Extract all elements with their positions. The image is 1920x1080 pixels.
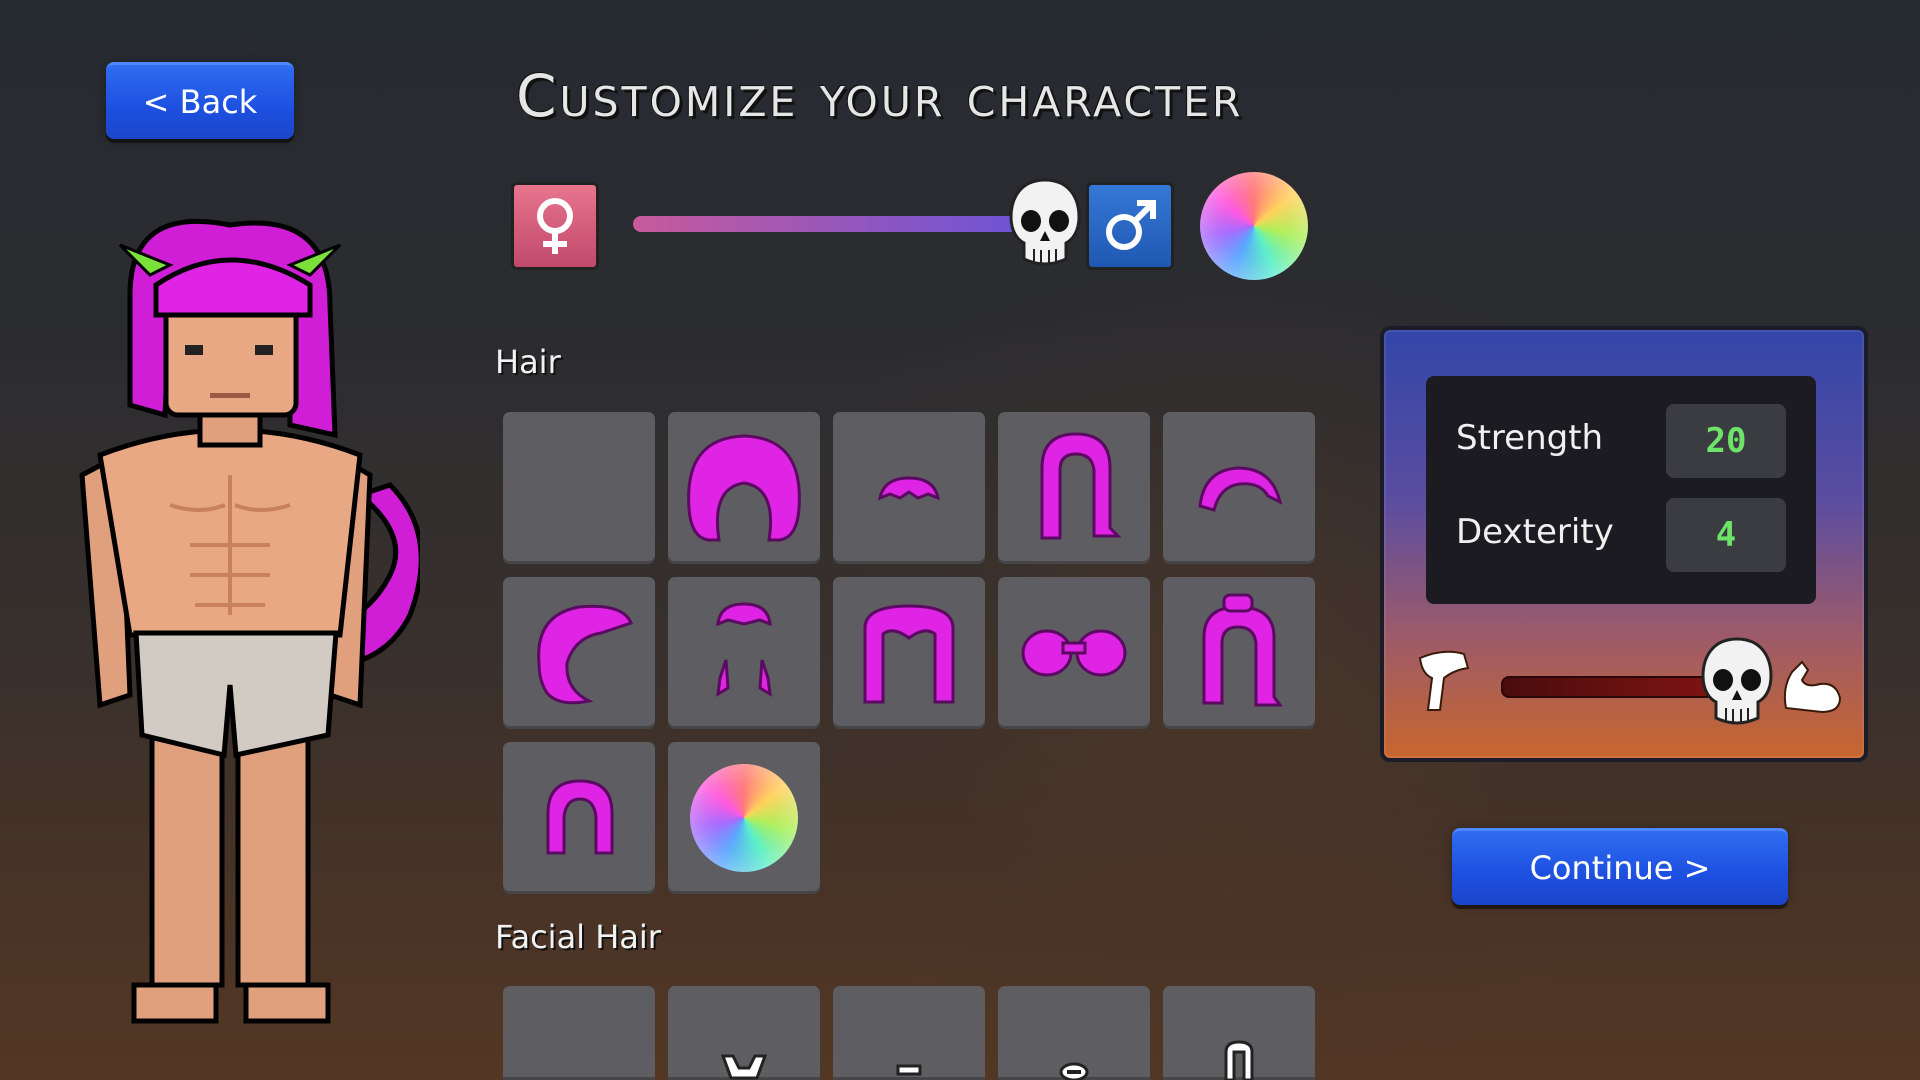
female-button[interactable] <box>511 182 599 270</box>
hair-short-icon <box>877 476 941 501</box>
dexterity-label: Dexterity <box>1456 512 1614 552</box>
back-button[interactable]: < Back <box>106 62 294 139</box>
facial-hair-chinstrap-icon <box>1224 1040 1254 1080</box>
continue-button[interactable]: Continue > <box>1452 828 1788 905</box>
stats-box: Strength 20 Dexterity 4 <box>1426 376 1816 604</box>
muscle-arm-icon <box>1783 660 1842 714</box>
facial-hair-option-chin-strap[interactable] <box>1163 986 1315 1080</box>
facial-hair-section-label: Facial Hair <box>495 918 661 956</box>
hair-color-picker[interactable] <box>668 742 820 894</box>
gender-slider[interactable] <box>633 216 1033 232</box>
facial-hair-ring-icon <box>1059 1062 1089 1080</box>
hair-option-buns[interactable] <box>998 577 1150 729</box>
hair-parted-icon <box>863 604 955 704</box>
facial-hair-option-ring[interactable] <box>998 986 1150 1080</box>
hair-buns-icon <box>1021 629 1127 677</box>
hair-swept-icon <box>1198 466 1283 512</box>
character-preview <box>79 218 420 1024</box>
hair-option-sideburns[interactable] <box>668 577 820 729</box>
gender-slider-handle-skull-icon[interactable] <box>1008 177 1082 272</box>
leg-icon <box>1418 650 1470 711</box>
hair-option-curl[interactable] <box>503 742 655 894</box>
hair-option-long[interactable] <box>998 412 1150 564</box>
stat-slider-handle-skull-icon[interactable] <box>1700 636 1774 731</box>
hair-option-parted-long[interactable] <box>833 577 985 729</box>
female-icon <box>537 198 573 254</box>
stats-panel: Strength 20 Dexterity 4 <box>1380 326 1868 762</box>
body-color-picker[interactable] <box>1200 172 1308 280</box>
hair-ponytail-icon <box>1202 593 1283 707</box>
strength-value: 20 <box>1666 404 1786 478</box>
facial-hair-option-mustache[interactable] <box>833 986 985 1080</box>
facial-hair-goatee-icon <box>720 1054 768 1080</box>
hair-long-icon <box>1040 432 1122 540</box>
hair-color-wheel-icon <box>690 764 798 872</box>
hair-option-afro[interactable] <box>668 412 820 564</box>
hair-option-ponytail[interactable] <box>1163 577 1315 729</box>
page-title: Customize your character <box>516 62 1244 130</box>
hair-option-none[interactable] <box>503 412 655 564</box>
facial-hair-mustache-icon <box>896 1064 922 1076</box>
male-button[interactable] <box>1086 182 1174 270</box>
hair-section-label: Hair <box>495 343 561 381</box>
hair-sideburns-icon <box>716 602 772 697</box>
hair-curl-icon <box>546 779 614 855</box>
hair-option-short[interactable] <box>833 412 985 564</box>
dexterity-value: 4 <box>1666 498 1786 572</box>
hair-option-swept[interactable] <box>1163 412 1315 564</box>
strength-label: Strength <box>1456 418 1604 458</box>
facial-hair-option-goatee[interactable] <box>668 986 820 1080</box>
facial-hair-option-none[interactable] <box>503 986 655 1080</box>
hair-option-wave[interactable] <box>503 577 655 729</box>
hair-wave-icon <box>537 604 633 705</box>
male-icon <box>1106 200 1156 250</box>
hair-afro-icon <box>687 434 801 542</box>
